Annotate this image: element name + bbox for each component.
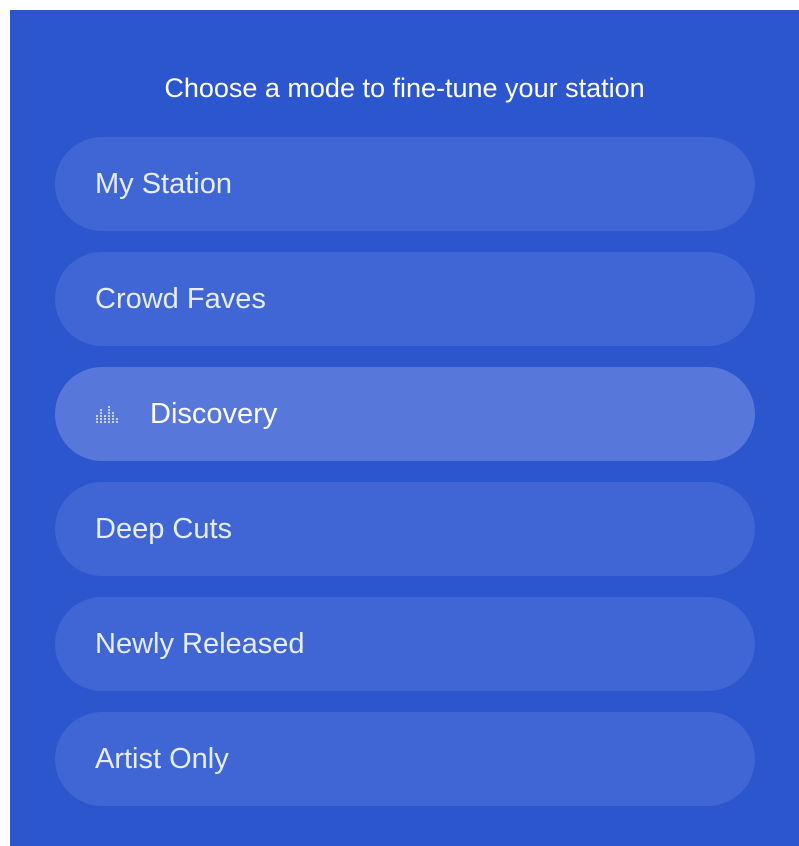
mode-label: Crowd Faves — [95, 283, 266, 315]
mode-option-artist-only[interactable]: Artist Only — [55, 712, 755, 806]
mode-label: Newly Released — [95, 628, 305, 660]
mode-label: Discovery — [150, 398, 278, 430]
mode-option-discovery[interactable]: Discovery — [55, 367, 755, 461]
mode-label: Deep Cuts — [95, 513, 233, 545]
mode-option-my-station[interactable]: My Station — [55, 137, 755, 231]
mode-option-crowd-faves[interactable]: Crowd Faves — [55, 252, 755, 346]
mode-label: My Station — [95, 168, 232, 200]
mode-option-deep-cuts[interactable]: Deep Cuts — [55, 482, 755, 576]
mode-picker-prompt: Choose a mode to fine-tune your station — [164, 73, 645, 103]
equalizer-icon — [95, 403, 125, 425]
mode-option-newly-released[interactable]: Newly Released — [55, 597, 755, 691]
mode-label: Artist Only — [95, 743, 229, 775]
mode-picker-panel: Choose a mode to fine-tune your station … — [10, 10, 799, 846]
mode-list: My Station Crowd Faves Discovery Deep Cu… — [55, 137, 755, 827]
